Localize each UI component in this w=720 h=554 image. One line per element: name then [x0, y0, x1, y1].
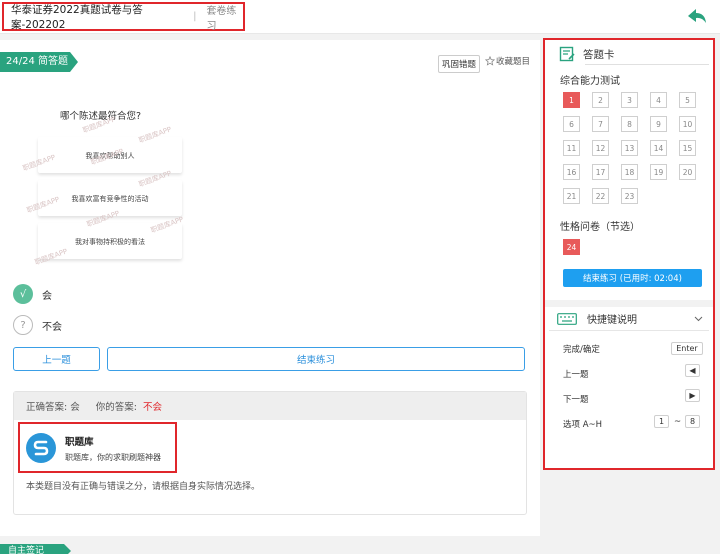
- group-title: 综合能力测试: [560, 76, 620, 87]
- answer-card-sidebar: 答题卡 综合能力测试 1 2 3 4 5 6 7 8 9 10 11 12 13 14 15 16 17 18 19…: [543, 38, 715, 470]
- answer-panel: 正确答案: 会 你的答案: 不会 职题库 职题库，你的求职刷题神器 本类题目没有…: [13, 391, 527, 515]
- correct-answer: 正确答案: 会: [26, 402, 80, 413]
- question-number-18[interactable]: 18: [621, 164, 638, 180]
- next-section-tag: 自主签记: [0, 544, 71, 554]
- question-number-24[interactable]: 24: [563, 239, 580, 255]
- question-number-4[interactable]: 4: [650, 92, 667, 108]
- question-number-17[interactable]: 17: [592, 164, 609, 180]
- question-number-6[interactable]: 6: [563, 116, 580, 132]
- your-answer-label: 你的答案:: [95, 402, 137, 413]
- chevron-down-icon[interactable]: [694, 316, 703, 322]
- review-wrong-button[interactable]: 巩固错题: [438, 55, 481, 73]
- shortcut-label: 选项 A~H: [563, 420, 603, 430]
- question-number-19[interactable]: 19: [650, 164, 667, 180]
- key-range-separator: ~: [674, 417, 682, 427]
- question-number-14[interactable]: 14: [650, 140, 667, 156]
- question-number-23[interactable]: 23: [621, 188, 638, 204]
- question-number-22[interactable]: 22: [592, 188, 609, 204]
- statement-text: 我对事物持积极的看法: [75, 238, 145, 246]
- option-label: 不会: [42, 321, 62, 333]
- end-practice-button[interactable]: 结束练习: [107, 347, 525, 371]
- question-number-12[interactable]: 12: [592, 140, 609, 156]
- question-number-7[interactable]: 7: [592, 116, 609, 132]
- app-logo-icon: [26, 433, 56, 463]
- question-number-10[interactable]: 10: [679, 116, 696, 132]
- question-number-21[interactable]: 21: [563, 188, 580, 204]
- key-8: 8: [685, 415, 700, 428]
- question-grid: 24: [563, 239, 696, 255]
- question-number-20[interactable]: 20: [679, 164, 696, 180]
- your-answer-value: 不会: [142, 402, 162, 413]
- question-image: 哪个陈述最符合您? 我喜欢帮助别人 我喜欢富有竞争性的活动 我对事物持积极的看法…: [20, 102, 190, 277]
- question-number-16[interactable]: 16: [563, 164, 580, 180]
- key-1: 1: [654, 415, 669, 428]
- question-number-9[interactable]: 9: [650, 116, 667, 132]
- app-name: 职题库: [65, 437, 94, 448]
- top-bar: 华泰证券2022真题试卷与答案-202202 | 套卷练习: [0, 0, 720, 34]
- back-arrow-icon[interactable]: [686, 7, 708, 25]
- practice-mode-label: 套卷练习: [206, 5, 237, 32]
- question-number-15[interactable]: 15: [679, 140, 696, 156]
- exam-title-box: 华泰证券2022真题试卷与答案-202202 | 套卷练习: [2, 2, 245, 32]
- option-no[interactable]: ? 不会: [13, 315, 62, 335]
- question-panel: 24/24 简答题 巩固错题 收藏题目 哪个陈述最符合您? 我喜欢帮助别人 我喜…: [0, 40, 540, 536]
- group-title: 性格问卷（节选）: [560, 222, 640, 233]
- question-number-3[interactable]: 3: [621, 92, 638, 108]
- right-arrow-key-icon: ▶: [685, 389, 700, 402]
- question-number-8[interactable]: 8: [621, 116, 638, 132]
- shortcut-title: 快捷键说明: [587, 315, 637, 326]
- check-icon: √: [13, 284, 33, 304]
- question-grid: 1 2 3 4 5 6 7 8 9 10 11 12 13 14 15 16 17 18 19 20 21 22 23: [563, 92, 696, 204]
- app-tagline: 职题库，你的求职刷题神器: [65, 453, 161, 462]
- option-label: 会: [42, 290, 52, 302]
- app-promo[interactable]: 职题库 职题库，你的求职刷题神器: [18, 422, 177, 473]
- question-number-1[interactable]: 1: [563, 92, 580, 108]
- question-number-13[interactable]: 13: [621, 140, 638, 156]
- end-practice-timer-button[interactable]: 结束练习 (已用时: 02:04): [563, 269, 702, 287]
- shortcut-label: 上一题: [563, 370, 589, 380]
- option-yes[interactable]: √ 会: [13, 284, 52, 304]
- question-mark-icon: ?: [13, 315, 33, 335]
- left-arrow-key-icon: ◀: [685, 364, 700, 377]
- answer-card-header: 答题卡: [559, 46, 615, 62]
- keyboard-icon: [557, 312, 577, 325]
- question-number-11[interactable]: 11: [563, 140, 580, 156]
- shortcut-label: 下一题: [563, 395, 589, 405]
- previous-question-button[interactable]: 上一题: [13, 347, 100, 371]
- answer-card-title: 答题卡: [583, 48, 615, 61]
- favorite-label: 收藏题目: [496, 57, 531, 67]
- question-number-5[interactable]: 5: [679, 92, 696, 108]
- answer-explanation: 本类题目没有正确与错误之分，请根据自身实际情况选择。: [26, 482, 261, 492]
- answer-header: 正确答案: 会 你的答案: 不会: [14, 392, 526, 420]
- answer-card-icon: [559, 46, 575, 62]
- favorite-button[interactable]: 收藏题目: [485, 55, 530, 67]
- title-separator: |: [193, 11, 197, 22]
- star-icon: [485, 56, 495, 66]
- shortcut-header[interactable]: 快捷键说明: [557, 311, 637, 326]
- exam-title: 华泰证券2022真题试卷与答案-202202: [11, 3, 143, 31]
- section-tag: 24/24 简答题: [0, 52, 78, 72]
- enter-key: Enter: [671, 342, 703, 355]
- shortcut-label: 完成/确定: [563, 345, 600, 355]
- question-number-2[interactable]: 2: [592, 92, 609, 108]
